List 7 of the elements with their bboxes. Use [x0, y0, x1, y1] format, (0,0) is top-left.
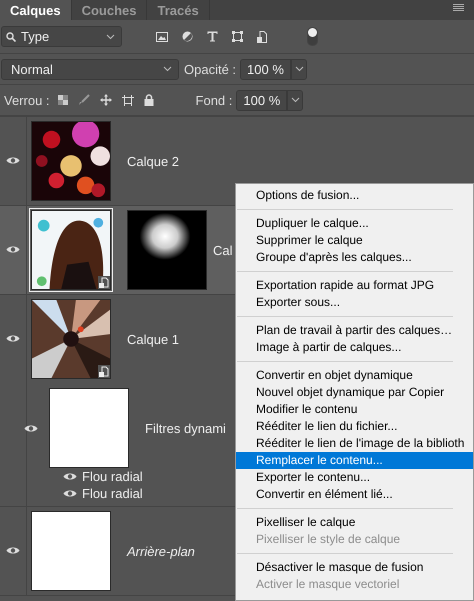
layer-name: Calque 2	[127, 154, 180, 168]
fill-label: Fond :	[196, 92, 232, 108]
opacity-label: Opacité :	[184, 62, 236, 76]
layer-name: Cal	[213, 242, 233, 258]
layer-name: Calque 1	[127, 332, 180, 346]
layer-name: Arrière-plan	[127, 544, 195, 558]
lock-label: Verrou :	[4, 92, 50, 108]
